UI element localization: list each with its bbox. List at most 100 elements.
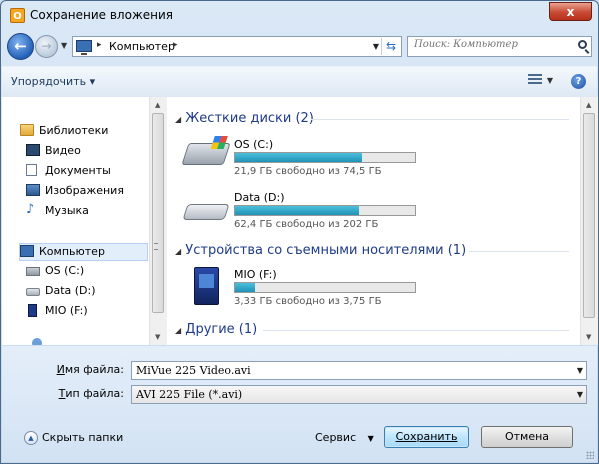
hard-drive-icon bbox=[182, 204, 230, 220]
organize-button[interactable]: Упорядочить ▾ bbox=[11, 75, 95, 88]
scroll-down-arrow[interactable]: ▼ bbox=[155, 333, 160, 341]
documents-library-icon bbox=[26, 164, 37, 176]
collapse-arrow-icon: ◢ bbox=[175, 115, 182, 124]
address-history-dropdown[interactable]: ▼ bbox=[373, 42, 379, 51]
search-box[interactable] bbox=[407, 36, 592, 57]
sidebar-item-label: Библиотеки bbox=[39, 124, 109, 137]
drive-name: Data (D:) bbox=[234, 191, 285, 204]
group-label: Устройства со съемными носителями (1) bbox=[185, 243, 467, 258]
drive-free-space: 3,33 ГБ свободно из 3,75 ГБ bbox=[234, 296, 382, 307]
save-attachment-dialog: O Сохранение вложения x ← → ▼ ▸ Компьюте… bbox=[0, 0, 599, 464]
content-pane: ◢ Жесткие диски (2) OS (C:) 21,9 ГБ своб… bbox=[167, 97, 580, 345]
filename-label-accel: И bbox=[56, 363, 65, 376]
command-toolbar: Упорядочить ▾ ▼ ? bbox=[2, 66, 597, 98]
tools-label: Сервис bbox=[315, 431, 357, 444]
drive-free-space: 62,4 ГБ свободно из 202 ГБ bbox=[234, 219, 379, 230]
scroll-grip bbox=[154, 243, 158, 250]
windows-drive-icon bbox=[181, 136, 231, 165]
refresh-button[interactable]: ⇆ bbox=[381, 38, 400, 55]
navigation-pane: Библиотеки Видео Документы Изображения ♪… bbox=[2, 97, 151, 345]
search-input[interactable] bbox=[414, 39, 564, 50]
window-title: Сохранение вложения bbox=[30, 8, 174, 22]
images-library-icon bbox=[26, 184, 40, 196]
view-icon bbox=[528, 74, 542, 84]
sidebar-item-label: Изображения bbox=[45, 184, 124, 197]
back-button[interactable]: ← bbox=[7, 33, 34, 60]
back-arrow-icon: ← bbox=[14, 37, 27, 55]
navigation-pane-scrollbar[interactable]: ▲ ▼ bbox=[149, 97, 167, 345]
navigation-bar: ← → ▼ ▸ Компьютер ▸ ▼ ⇆ bbox=[7, 32, 592, 62]
view-options-button[interactable] bbox=[528, 74, 542, 86]
breadcrumb-separator[interactable]: ▸ bbox=[97, 40, 102, 50]
cancel-button[interactable]: Отмена bbox=[481, 426, 573, 448]
filename-label: Имя файла: bbox=[14, 363, 124, 376]
search-icon[interactable] bbox=[578, 40, 587, 49]
resize-grip[interactable] bbox=[586, 451, 594, 459]
libraries-folder-icon bbox=[20, 124, 34, 136]
save-label: Сохранить bbox=[395, 430, 458, 443]
filename-combobox[interactable]: MiVue 225 Video.avi ▼ bbox=[131, 361, 587, 380]
drive-free-space: 21,9 ГБ свободно из 74,5 ГБ bbox=[234, 166, 382, 177]
windows-drive-icon bbox=[26, 267, 40, 276]
group-label: Жесткие диски (2) bbox=[185, 111, 314, 126]
sd-card-icon bbox=[194, 267, 219, 305]
scroll-up-arrow[interactable]: ▲ bbox=[586, 101, 591, 109]
filetype-label-text: ип файла: bbox=[65, 387, 124, 400]
hide-folders-label: Скрыть папки bbox=[42, 431, 124, 444]
drive-item-data-d[interactable]: Data (D:) 62,4 ГБ свободно из 202 ГБ bbox=[181, 190, 431, 234]
filename-input[interactable]: MiVue 225 Video.avi bbox=[136, 364, 251, 377]
group-header-other[interactable]: ◢ Другие (1) bbox=[175, 322, 257, 337]
drive-usage-fill bbox=[235, 206, 360, 215]
dialog-footer: Имя файла: MiVue 225 Video.avi ▼ Тип фай… bbox=[2, 346, 597, 462]
sidebar-item-label: Видео bbox=[45, 144, 81, 157]
forward-button[interactable]: → bbox=[35, 35, 58, 58]
filetype-value: AVI 225 File (*.avi) bbox=[136, 388, 243, 401]
scroll-thumb[interactable] bbox=[583, 113, 595, 318]
sidebar-item-computer[interactable]: Компьютер bbox=[19, 243, 148, 261]
hard-drive-icon bbox=[26, 288, 40, 296]
group-label: Другие (1) bbox=[185, 322, 258, 337]
chevron-up-icon: ▲ bbox=[24, 431, 38, 445]
drive-item-mio-f[interactable]: MIO (F:) 3,33 ГБ свободно из 3,75 ГБ bbox=[181, 267, 431, 313]
sidebar-item-label: Музыка bbox=[45, 204, 89, 217]
computer-icon bbox=[76, 40, 92, 55]
sd-card-icon bbox=[28, 304, 37, 317]
scroll-thumb[interactable] bbox=[152, 113, 164, 313]
drive-usage-bar bbox=[234, 152, 416, 163]
filetype-label: Тип файла: bbox=[14, 387, 124, 400]
address-bar[interactable]: ▸ Компьютер ▸ ▼ ⇆ bbox=[72, 36, 402, 57]
group-divider bbox=[311, 119, 569, 120]
collapse-arrow-icon: ◢ bbox=[175, 247, 182, 256]
breadcrumb-separator[interactable]: ▸ bbox=[173, 40, 178, 50]
sidebar-item-label: Компьютер bbox=[39, 245, 105, 258]
tools-button[interactable]: Сервис ▼ bbox=[315, 431, 374, 444]
refresh-icon: ⇆ bbox=[385, 39, 397, 53]
group-divider bbox=[469, 251, 569, 252]
network-icon bbox=[32, 338, 42, 345]
drive-usage-fill bbox=[235, 153, 363, 162]
chevron-down-icon: ▼ bbox=[367, 434, 374, 443]
collapse-arrow-icon: ◢ bbox=[175, 326, 182, 335]
chevron-down-icon[interactable]: ▼ bbox=[577, 366, 583, 375]
breadcrumb-computer[interactable]: Компьютер bbox=[109, 40, 175, 53]
content-pane-scrollbar[interactable]: ▲ ▼ bbox=[580, 97, 598, 345]
group-header-hard-drives[interactable]: ◢ Жесткие диски (2) bbox=[175, 111, 314, 126]
computer-icon bbox=[20, 245, 34, 257]
sidebar-item-label: Data (D:) bbox=[45, 284, 96, 297]
sidebar-item-label: MIO (F:) bbox=[45, 304, 88, 317]
help-button[interactable]: ? bbox=[571, 74, 586, 89]
forward-arrow-icon: → bbox=[41, 39, 52, 53]
drive-usage-bar bbox=[234, 282, 416, 293]
group-header-removable[interactable]: ◢ Устройства со съемными носителями (1) bbox=[175, 243, 466, 258]
filetype-select[interactable]: AVI 225 File (*.avi) ▼ bbox=[131, 385, 587, 404]
recent-pages-dropdown[interactable]: ▼ bbox=[61, 41, 67, 50]
drive-item-os-c[interactable]: OS (C:) 21,9 ГБ свободно из 74,5 ГБ bbox=[181, 136, 431, 181]
save-button[interactable]: Сохранить bbox=[384, 426, 469, 448]
scroll-down-arrow[interactable]: ▼ bbox=[586, 333, 591, 341]
chevron-down-icon[interactable]: ▼ bbox=[577, 390, 583, 399]
scroll-up-arrow[interactable]: ▲ bbox=[155, 101, 160, 109]
view-dropdown-arrow[interactable]: ▼ bbox=[547, 76, 553, 85]
close-button[interactable]: x bbox=[549, 2, 592, 21]
sidebar-item-label: OS (C:) bbox=[45, 264, 85, 277]
drive-usage-bar bbox=[234, 205, 416, 216]
